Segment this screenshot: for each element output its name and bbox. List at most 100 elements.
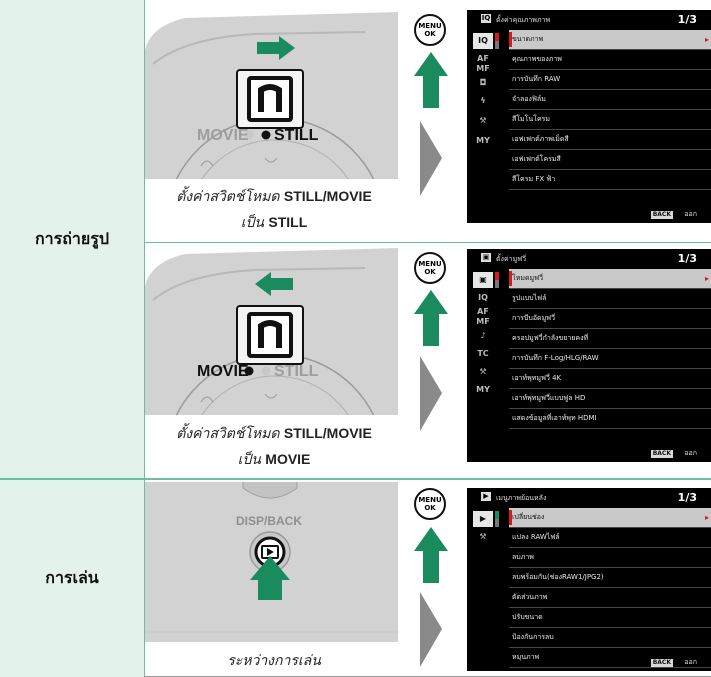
switch-label-still: STILL <box>274 363 319 380</box>
menu-label: MENU <box>418 260 442 268</box>
wrench-icon[interactable]: ⚒ <box>471 116 495 126</box>
af-mf-icon[interactable]: AF MF <box>471 307 495 327</box>
ok-label: OK <box>424 30 436 38</box>
menu-ok-button-icon: MENU OK <box>414 252 446 284</box>
lcd-header: IQ ตั้งค่าคุณภาพภาพ 1/3 <box>467 10 711 30</box>
disp-back-label: DISP/BACK <box>236 514 303 528</box>
wrench-icon[interactable]: ⚒ <box>471 367 495 377</box>
manual-page: การถ่ายรูป การเล่น MOVIE STILL ตั้งค่าสว… <box>0 0 711 677</box>
menu-item[interactable]: ปรับขนาด <box>509 608 711 628</box>
lcd-footer: BACK ออก <box>467 207 711 223</box>
back-key-badge: BACK <box>650 450 673 458</box>
lcd-title: เมนูภาพย้อนหลัง <box>496 494 547 502</box>
menu-item[interactable]: ครอปมูฟวี่กำลังขยายคงที่ <box>509 329 711 349</box>
lcd-screen-playback: ▶ เมนูภาพย้อนหลัง 1/3 ▶ ⚒ เปลี่ยนช่อง แป… <box>467 488 711 671</box>
caption-bold: STILL/MOVIE <box>283 425 372 441</box>
sidebar-tab-playback[interactable]: ▶ <box>473 511 493 527</box>
menu-item[interactable]: ป้องกันการลบ <box>509 628 711 648</box>
page-indicator: 1/3 <box>677 13 697 26</box>
tab-indicator <box>495 41 499 49</box>
menu-item[interactable]: แสดงข้อมูลที่เอาท์พุท HDMI <box>509 409 711 429</box>
sidebar-tab-movie[interactable]: ▣ <box>473 272 493 288</box>
up-arrow-icon <box>414 290 448 346</box>
section-divider <box>0 478 711 480</box>
menu-item[interactable]: การบันทึก F-Log/HLG/RAW <box>509 349 711 369</box>
menu-item[interactable]: การบันทึก RAW <box>509 70 711 90</box>
play-arrow-icon <box>420 356 442 431</box>
menu-item[interactable]: การบีบอัดมูฟวี่ <box>509 309 711 329</box>
back-key-badge: BACK <box>650 659 673 667</box>
flash-icon[interactable]: ϟ <box>471 96 495 106</box>
caption-text: เป็น <box>240 215 269 231</box>
tab-indicator <box>495 272 499 280</box>
menu-item[interactable]: คุณภาพของภาพ <box>509 50 711 70</box>
tab-indicator <box>495 33 499 41</box>
lcd-footer: BACK ออก <box>467 655 711 671</box>
page-indicator: 1/3 <box>677 491 697 504</box>
camera-icon[interactable]: ◘ <box>471 78 495 88</box>
row-divider <box>145 242 711 243</box>
menu-item[interactable]: แปลง RAWไฟล์ <box>509 528 711 548</box>
caption-bold: STILL <box>268 214 308 230</box>
caption-playback: ระหว่างการเล่น <box>150 649 398 674</box>
wrench-icon[interactable]: ⚒ <box>471 532 495 542</box>
menu-label: MENU <box>418 496 442 504</box>
mic-icon[interactable]: ♪ <box>471 331 495 341</box>
category-label: การเล่น <box>45 568 99 587</box>
menu-list: ขนาดภาพ คุณภาพของภาพ การบันทึก RAW จำลอง… <box>509 30 711 190</box>
lcd-header: ▣ ตั้งค่ามูฟวี่ 1/3 <box>467 249 711 269</box>
menu-item[interactable]: ตัดส่วนภาพ <box>509 588 711 608</box>
tab-indicator <box>495 511 499 519</box>
page-indicator: 1/3 <box>677 252 697 265</box>
caption-still: ตั้งค่าสวิตช์โหมด STILL/MOVIE เป็น STILL <box>150 184 398 236</box>
menu-item[interactable]: รูปแบบไฟล์ <box>509 289 711 309</box>
category-playback: การเล่น <box>0 480 144 677</box>
image-quality-icon[interactable]: IQ <box>471 293 495 303</box>
tab-indicator <box>495 519 499 527</box>
caption-text: ตั้งค่าสวิตช์โหมด <box>176 189 284 205</box>
menu-item[interactable]: ขนาดภาพ <box>509 30 711 50</box>
menu-item[interactable]: สีโมโนโครม <box>509 110 711 130</box>
my-menu-icon[interactable]: MY <box>471 136 495 146</box>
my-menu-icon[interactable]: MY <box>471 385 495 395</box>
category-label: การถ่ายรูป <box>34 228 110 248</box>
movie-icon: ▣ <box>481 253 491 262</box>
menu-item[interactable]: เอาท์พุทมูฟวี่แบบฟูล HD <box>509 389 711 409</box>
up-arrow-icon <box>414 52 448 108</box>
caption-text: ตั้งค่าสวิตช์โหมด <box>176 426 284 442</box>
ok-label: OK <box>424 268 436 276</box>
category-shooting: การถ่ายรูป <box>0 0 144 478</box>
caption-bold: STILL/MOVIE <box>283 188 372 204</box>
menu-item[interactable]: เอฟเฟกต์ภาพเม็ดสี <box>509 130 711 150</box>
camera-illustration-movie: MOVIE STILL <box>145 244 398 415</box>
ok-label: OK <box>424 504 436 512</box>
exit-label: ออก <box>684 449 697 457</box>
menu-list: เปลี่ยนช่อง แปลง RAWไฟล์ ลบภาพ ลบพร้อมกั… <box>509 508 711 668</box>
menu-list: โหมดมูฟวี่ รูปแบบไฟล์ การบีบอัดมูฟวี่ คร… <box>509 269 711 429</box>
timecode-icon[interactable]: TC <box>471 349 495 359</box>
switch-label-still: STILL <box>274 127 319 144</box>
menu-item[interactable]: สีโครม FX ฟ้า <box>509 170 711 190</box>
lcd-sidebar: IQ AF MF ◘ ϟ ⚒ MY <box>467 30 505 200</box>
lcd-screen-image-quality: IQ ตั้งค่าคุณภาพภาพ 1/3 IQ AF MF ◘ ϟ ⚒ MY… <box>467 10 711 223</box>
af-mf-icon[interactable]: AF MF <box>471 54 495 74</box>
play-arrow-icon <box>420 592 442 667</box>
menu-item[interactable]: เอาท์พุทมูฟวี่ 4K <box>509 369 711 389</box>
sidebar-tab-image-quality[interactable]: IQ <box>473 33 493 49</box>
tab-indicator <box>495 280 499 288</box>
menu-item[interactable]: ลบภาพ <box>509 548 711 568</box>
camera-illustration-still: MOVIE STILL <box>145 8 398 179</box>
play-icon: ▶ <box>481 492 491 501</box>
menu-item[interactable]: ลบพร้อมกัน(ช่องRAW1/JPG2) <box>509 568 711 588</box>
lcd-footer: BACK ออก <box>467 446 711 462</box>
switch-label-movie: MOVIE <box>197 127 249 144</box>
up-arrow-icon <box>414 527 448 583</box>
menu-item[interactable]: เอฟเฟกต์โครมสี <box>509 150 711 170</box>
caption-text: เป็น <box>237 452 266 468</box>
menu-item[interactable]: เปลี่ยนช่อง <box>509 508 711 528</box>
exit-label: ออก <box>684 658 697 666</box>
play-arrow-icon <box>420 121 442 196</box>
menu-item[interactable]: โหมดมูฟวี่ <box>509 269 711 289</box>
caption-bold: MOVIE <box>265 451 311 467</box>
menu-item[interactable]: จำลองฟิล์ม <box>509 90 711 110</box>
